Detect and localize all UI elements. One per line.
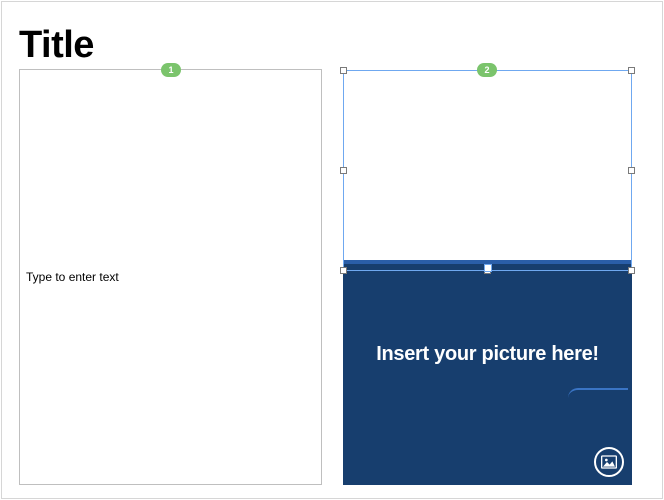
placeholder-badge-1: 1 [161,63,181,77]
picture-icon [601,455,617,469]
slide-title[interactable]: Title [19,24,94,67]
picture-placeholder-prompt: Insert your picture here! [376,343,599,366]
resize-handle-tr[interactable] [628,67,635,74]
text-placeholder-prompt: Type to enter text [26,270,119,284]
resize-handle-tl[interactable] [340,67,347,74]
accent-line [568,388,628,398]
resize-handle-mid[interactable] [484,264,492,272]
selection-frame[interactable] [343,70,632,271]
resize-handle-br[interactable] [628,267,635,274]
picture-placeholder[interactable]: Insert your picture here! [343,260,632,485]
resize-handle-bl[interactable] [340,267,347,274]
placeholder-badge-2: 2 [477,63,497,77]
text-placeholder[interactable]: Type to enter text [19,69,322,485]
slide-canvas[interactable]: Title Type to enter text 1 2 Insert your… [1,1,663,499]
resize-handle-mr[interactable] [628,167,635,174]
resize-handle-ml[interactable] [340,167,347,174]
insert-picture-button[interactable] [594,447,624,477]
